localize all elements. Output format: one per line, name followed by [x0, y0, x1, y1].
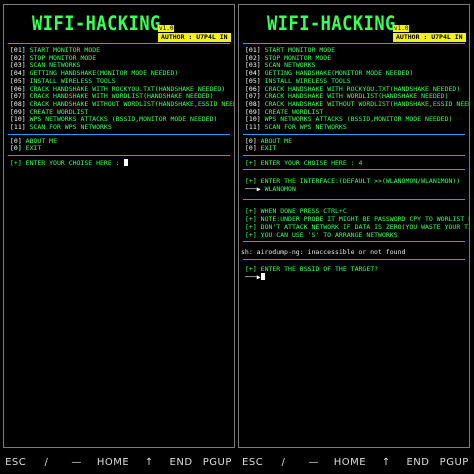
- banner: WIFI-HACKING v1.0 AUTHOR : U7P4L IN: [239, 5, 469, 42]
- interface-input: ───▶ WLANOMON: [245, 185, 296, 194]
- terminal-pane-right[interactable]: WIFI-HACKING v1.0 AUTHOR : U7P4L IN [01]…: [238, 4, 470, 448]
- main-menu: [01] START MONITOR MODE [02] STOP MONITO…: [239, 44, 469, 134]
- version-badge: v1.0: [158, 25, 175, 32]
- banner: WIFI-HACKING v1.0 AUTHOR : U7P4L IN: [4, 5, 234, 42]
- app-logo: WIFI-HACKING: [267, 12, 396, 36]
- note-line: [+] YOU CAN USE 'S' TO ARRANGE NETWORKS: [245, 231, 398, 240]
- menu-item-exit: [0] EXIT: [10, 144, 42, 153]
- key-pgup[interactable]: PGUP: [203, 457, 232, 468]
- arrow-icon: ───▶: [245, 273, 261, 282]
- choice-prompt[interactable]: [+] ENTER YOUR CHOISE HERE :: [10, 159, 228, 167]
- author-badge: AUTHOR : U7P4L IN: [393, 33, 466, 42]
- main-menu: [01] START MONITOR MODE [02] STOP MONITO…: [4, 44, 234, 134]
- author-badge: AUTHOR : U7P4L IN: [158, 33, 231, 42]
- key-end[interactable]: END: [170, 457, 193, 468]
- note-line: [+] NOTE:UNDER PROBE IT MIGHT BE PASSWOR…: [245, 215, 470, 224]
- extra-menu: [0] ABOUT ME [0] EXIT: [239, 135, 469, 155]
- menu-item-exit: [0] EXIT: [245, 144, 277, 153]
- choice-prompt: [+] ENTER YOUR CHOISE HERE : 4: [245, 159, 363, 168]
- key-dash[interactable]: —: [304, 457, 324, 468]
- key-pgup[interactable]: PGUP: [440, 457, 469, 468]
- text-cursor: [260, 273, 265, 281]
- key-esc[interactable]: ESC: [242, 457, 263, 468]
- key-slash[interactable]: /: [273, 457, 293, 468]
- bssid-input[interactable]: ───▶: [245, 273, 463, 281]
- key-up[interactable]: ↑: [376, 457, 396, 468]
- key-end[interactable]: END: [406, 457, 429, 468]
- arrow-icon: ───▶: [245, 185, 261, 194]
- extra-menu: [0] ABOUT ME [0] EXIT: [4, 135, 234, 155]
- terminal-pane-left[interactable]: WIFI-HACKING v1.0 AUTHOR : U7P4L IN [01]…: [3, 4, 235, 448]
- extra-keys-bar: ESC / — HOME ↑ END PGUP ESC / — HOME ↑ E…: [0, 452, 474, 472]
- key-home[interactable]: HOME: [334, 457, 366, 468]
- note-line: [+] WHEN DONE PRESS CTRL+C: [245, 207, 347, 216]
- error-message: sh: airodump-ng: inaccessible or not fou…: [241, 248, 406, 257]
- note-line: [+] DON'T ATTACK NETWORK IF DATA IS ZERO…: [245, 223, 470, 232]
- key-esc[interactable]: ESC: [5, 457, 26, 468]
- interface-prompt: [+] ENTER THE INTERFACE:(DEFAULT >>(WLAN…: [245, 177, 461, 186]
- bssid-prompt: [+] ENTER THE BSSID OF THE TARGET?: [245, 265, 379, 274]
- version-badge: v1.0: [393, 25, 410, 32]
- key-home[interactable]: HOME: [97, 457, 129, 468]
- key-up[interactable]: ↑: [139, 457, 159, 468]
- key-dash[interactable]: —: [67, 457, 87, 468]
- key-slash[interactable]: /: [36, 457, 56, 468]
- app-logo: WIFI-HACKING: [32, 12, 161, 36]
- menu-item: [11] SCAN FOR WPS NETWORKS: [10, 123, 112, 132]
- menu-item-about: [0] ABOUT ME: [10, 136, 57, 145]
- text-cursor: [123, 159, 128, 167]
- menu-item: [11] SCAN FOR WPS NETWORKS: [245, 123, 347, 132]
- menu-item-about: [0] ABOUT ME: [245, 136, 292, 145]
